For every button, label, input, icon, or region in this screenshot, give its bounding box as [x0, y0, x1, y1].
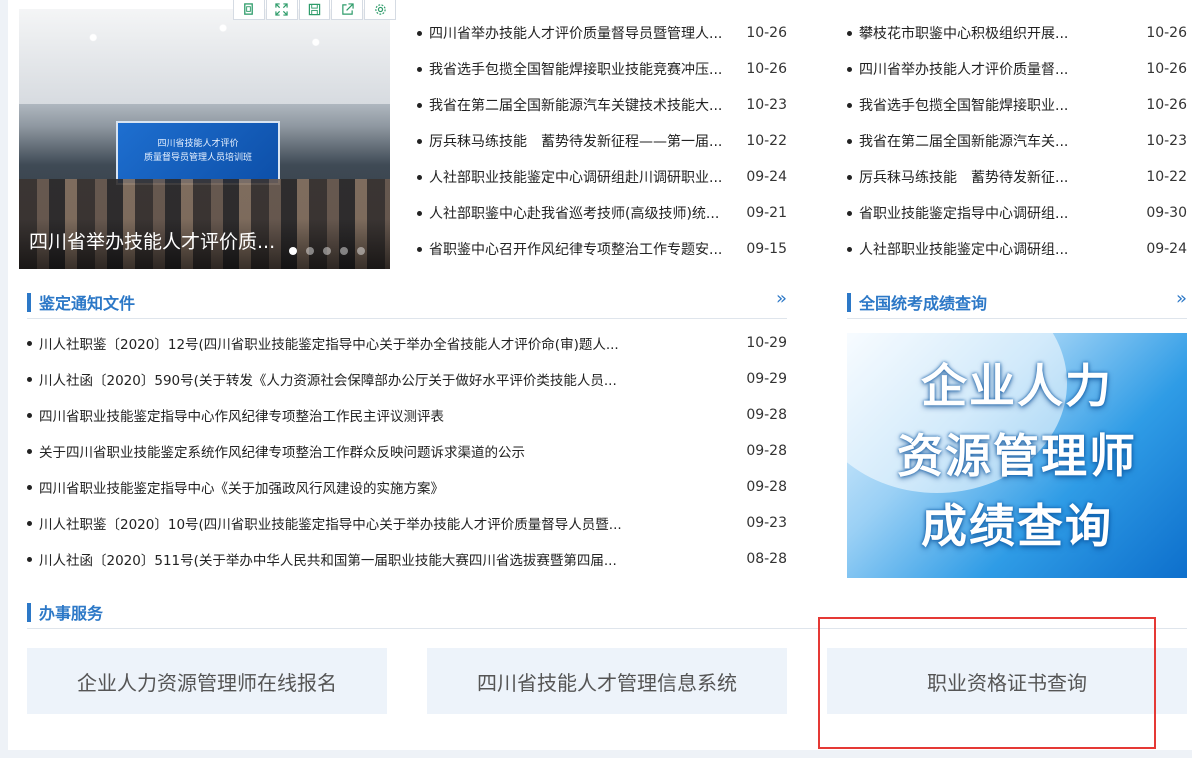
section-title-service: 办事服务 [39, 604, 104, 623]
list-item[interactable]: 四川省职业技能鉴定指导中心作风纪律专项整治工作民主评议测评表 09-28 [27, 397, 787, 433]
list-item[interactable]: 攀枝花市职鉴中心积极组织开展... 10-26 [847, 15, 1187, 51]
section-title-notice[interactable]: 鉴定通知文件 [39, 290, 135, 314]
section-accent-bar [847, 293, 851, 312]
list-item[interactable]: 省职鉴中心召开作风纪律专项整治工作专题安... 09-15 [417, 231, 787, 267]
copy-icon [244, 3, 254, 15]
list-item[interactable]: 四川省举办技能人才评价质量督... 10-26 [847, 51, 1187, 87]
news-list-notice: 川人社职鉴〔2020〕12号(四川省职业技能鉴定指导中心关于举办全省技能人才评价… [27, 325, 787, 577]
list-item[interactable]: 川人社职鉴〔2020〕12号(四川省职业技能鉴定指导中心关于举办全省技能人才评价… [27, 325, 787, 361]
settings-button[interactable] [364, 0, 396, 20]
carousel-caption[interactable]: 四川省举办技能人才评价质... [29, 227, 275, 254]
exam-score-banner[interactable]: 企业人力 资源管理师 成绩查询 [847, 333, 1187, 578]
carousel-image-ceiling [19, 9, 390, 104]
copy-button[interactable] [233, 0, 265, 20]
list-item[interactable]: 人社部职业技能鉴定中心调研组... 09-24 [847, 231, 1187, 267]
screen-line-1: 四川省技能人才评价 [157, 139, 239, 149]
list-item[interactable]: 关于四川省职业技能鉴定系统作风纪律专项整治工作群众反映问题诉求渠道的公示 09-2… [27, 433, 787, 469]
list-item[interactable]: 我省选手包揽全国智能焊接职业... 10-26 [847, 87, 1187, 123]
list-item[interactable]: 川人社职鉴〔2020〕10号(四川省职业技能鉴定指导中心关于举办技能人才评价质量… [27, 505, 787, 541]
news-list-right: 攀枝花市职鉴中心积极组织开展... 10-26 四川省举办技能人才评价质量督...… [847, 15, 1187, 267]
list-item[interactable]: 四川省举办技能人才评价质量督导员暨管理人... 10-26 [417, 15, 787, 51]
more-chevron-icon[interactable]: » [1176, 288, 1187, 309]
section-header-exam: 全国统考成绩查询 » [847, 286, 1187, 319]
section-header-service: 办事服务 [27, 596, 1187, 629]
certificate-query-button[interactable]: 职业资格证书查询 [827, 648, 1187, 714]
share-icon [342, 3, 354, 15]
fullscreen-button[interactable] [265, 0, 298, 20]
news-carousel[interactable]: 四川省技能人才评价 质量督导员管理人员培训班 四川省举办技能人才评价质... [19, 9, 390, 269]
list-item[interactable]: 四川省职业技能鉴定指导中心《关于加强政风行风建设的实施方案》 09-28 [27, 469, 787, 505]
fullscreen-icon [275, 3, 288, 16]
share-button[interactable] [331, 0, 364, 20]
carousel-dot-5[interactable] [357, 247, 365, 255]
carousel-dot-3[interactable] [323, 247, 331, 255]
save-icon [308, 3, 321, 16]
talent-management-system-button[interactable]: 四川省技能人才管理信息系统 [427, 648, 787, 714]
carousel-image-screen: 四川省技能人才评价 质量督导员管理人员培训班 [116, 121, 280, 185]
save-button[interactable] [298, 0, 331, 20]
list-item[interactable]: 我省在第二届全国新能源汽车关... 10-23 [847, 123, 1187, 159]
section-title-exam[interactable]: 全国统考成绩查询 [859, 290, 987, 314]
section-accent-bar [27, 293, 31, 312]
section-header-notice: 鉴定通知文件 » [27, 286, 787, 319]
list-item[interactable]: 人社部职鉴中心赴我省巡考技师(高级技师)统... 09-21 [417, 195, 787, 231]
carousel-dot-1[interactable] [289, 247, 297, 255]
carousel-dot-2[interactable] [306, 247, 314, 255]
image-toolbar [233, 0, 397, 20]
banner-line-3: 成绩查询 [921, 499, 1113, 553]
list-item[interactable]: 省职业技能鉴定指导中心调研组... 09-30 [847, 195, 1187, 231]
list-item[interactable]: 人社部职业技能鉴定中心调研组赴川调研职业... 09-24 [417, 159, 787, 195]
carousel-dots [289, 247, 365, 255]
carousel-dot-4[interactable] [340, 247, 348, 255]
more-chevron-icon[interactable]: » [776, 288, 787, 309]
banner-line-2: 资源管理师 [897, 429, 1137, 483]
list-item[interactable]: 川人社函〔2020〕511号(关于举办中华人民共和国第一届职业技能大赛四川省选拔… [27, 541, 787, 577]
settings-icon [374, 4, 386, 15]
list-item[interactable]: 厉兵秣马练技能 蓄势待发新征程——第一届... 10-22 [417, 123, 787, 159]
screen-line-2: 质量督导员管理人员培训班 [143, 153, 252, 163]
list-item[interactable]: 厉兵秣马练技能 蓄势待发新征... 10-22 [847, 159, 1187, 195]
list-item[interactable]: 川人社函〔2020〕590号(关于转发《人力资源社会保障部办公厅关于做好水平评价… [27, 361, 787, 397]
banner-line-1: 企业人力 [921, 359, 1113, 413]
list-item[interactable]: 我省在第二届全国新能源汽车关键技术技能大... 10-23 [417, 87, 787, 123]
news-list-middle: 四川省举办技能人才评价质量督导员暨管理人... 10-26 我省选手包揽全国智能焊… [417, 15, 787, 267]
list-item[interactable]: 我省选手包揽全国智能焊接职业技能竞赛冲压... 10-26 [417, 51, 787, 87]
section-accent-bar [27, 603, 31, 622]
hr-manager-registration-button[interactable]: 企业人力资源管理师在线报名 [27, 648, 387, 714]
